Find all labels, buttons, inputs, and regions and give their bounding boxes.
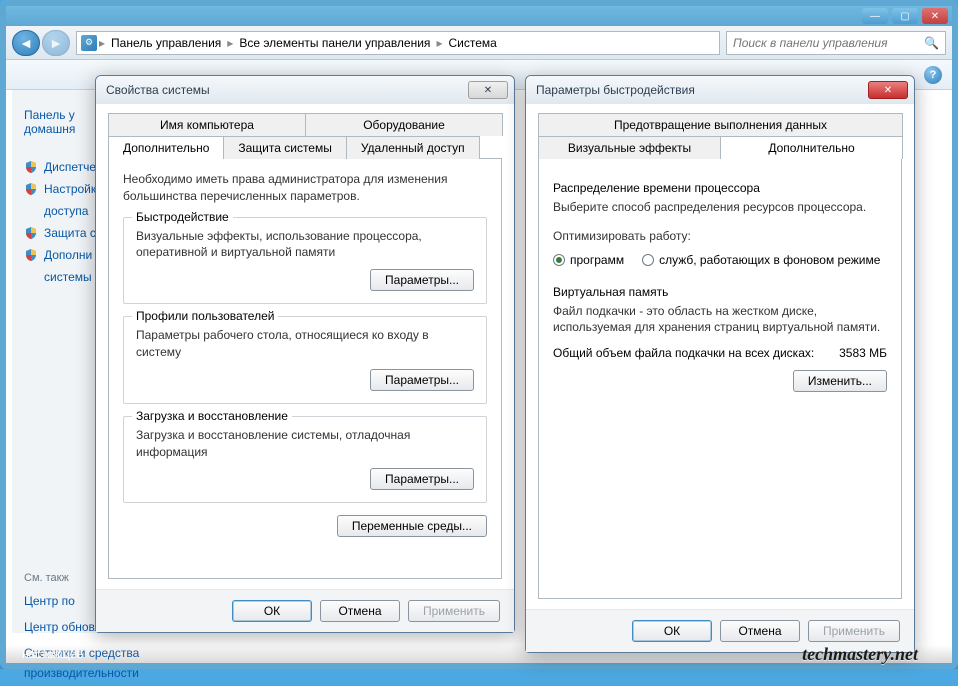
maximize-button[interactable]: ▢ — [892, 8, 918, 24]
shield-icon — [24, 160, 38, 174]
vm-total-value: 3583 МБ — [839, 346, 887, 360]
startup-settings-button[interactable]: Параметры... — [370, 468, 474, 490]
profiles-group: Профили пользователей Параметры рабочего… — [123, 316, 487, 404]
tab-perf-advanced[interactable]: Дополнительно — [720, 136, 903, 159]
startup-group: Загрузка и восстановление Загрузка и вос… — [123, 416, 487, 504]
performance-group: Быстродействие Визуальные эффекты, испол… — [123, 217, 487, 305]
tab-visual-effects[interactable]: Визуальные эффекты — [538, 136, 721, 159]
shield-icon — [24, 226, 38, 240]
sysprops-buttons: ОК Отмена Применить — [96, 589, 514, 632]
performance-settings-button[interactable]: Параметры... — [370, 269, 474, 291]
sysprops-close-button[interactable]: ✕ — [468, 81, 508, 99]
sysprops-ok-button[interactable]: ОК — [232, 600, 312, 622]
breadcrumb-seg-3[interactable]: Система — [444, 36, 500, 50]
scheduling-head: Распределение времени процессора — [553, 181, 887, 195]
minimize-button[interactable]: — — [862, 8, 888, 24]
help-icon[interactable]: ? — [924, 66, 942, 84]
chevron-right-icon: ▸ — [99, 36, 105, 50]
tab-remote[interactable]: Удаленный доступ — [346, 136, 480, 159]
vm-section: Виртуальная память Файл подкачки - это о… — [553, 285, 887, 393]
performance-title: Быстродействие — [132, 210, 233, 224]
breadcrumb-seg-1[interactable]: Панель управления — [107, 36, 225, 50]
sysprops-title: Свойства системы — [106, 83, 210, 97]
radio-icon — [553, 254, 565, 266]
sysprops-cancel-button[interactable]: Отмена — [320, 600, 400, 622]
profiles-text: Параметры рабочего стола, относящиеся ко… — [136, 327, 474, 361]
sysprops-tab-content: Необходимо иметь права администратора дл… — [108, 159, 502, 579]
system-properties-dialog: Свойства системы ✕ Имя компьютера Оборуд… — [95, 75, 515, 633]
vm-text: Файл подкачки - это область на жестком д… — [553, 303, 887, 337]
nav-bar: ◄ ► ⚙ ▸ Панель управления ▸ Все элементы… — [6, 26, 952, 60]
close-button[interactable]: ✕ — [922, 8, 948, 24]
tab-hardware[interactable]: Оборудование — [305, 113, 503, 136]
profiles-settings-button[interactable]: Параметры... — [370, 369, 474, 391]
profiles-title: Профили пользователей — [132, 309, 278, 323]
perfopts-close-button[interactable]: ✕ — [868, 81, 908, 99]
perfopts-apply-button[interactable]: Применить — [808, 620, 900, 642]
nav-back-button[interactable]: ◄ — [12, 30, 40, 56]
sysprops-tabs: Имя компьютера Оборудование Дополнительн… — [108, 112, 502, 159]
optimize-label: Оптимизировать работу: — [553, 228, 887, 245]
control-panel-icon: ⚙ — [81, 35, 97, 51]
scheduling-section: Распределение времени процессора Выберит… — [553, 181, 887, 267]
window-titlebar: — ▢ ✕ — [6, 6, 952, 26]
perfopts-tabs: Предотвращение выполнения данных Визуаль… — [538, 112, 902, 159]
env-vars-button[interactable]: Переменные среды... — [337, 515, 487, 537]
vm-total-label: Общий объем файла подкачки на всех диска… — [553, 346, 814, 360]
perfopts-cancel-button[interactable]: Отмена — [720, 620, 800, 642]
sysprops-titlebar[interactable]: Свойства системы ✕ — [96, 76, 514, 104]
search-icon: 🔍 — [924, 36, 939, 50]
shield-icon — [24, 248, 38, 262]
nav-forward-button[interactable]: ► — [42, 30, 70, 56]
shield-icon — [24, 182, 38, 196]
tab-computer-name[interactable]: Имя компьютера — [108, 113, 306, 136]
performance-text: Визуальные эффекты, использование процес… — [136, 228, 474, 262]
vm-head: Виртуальная память — [553, 285, 887, 299]
breadcrumb-seg-2[interactable]: Все элементы панели управления — [235, 36, 434, 50]
radio-services[interactable]: служб, работающих в фоновом режиме — [642, 253, 880, 267]
radio-programs[interactable]: программ — [553, 253, 624, 267]
tab-protection[interactable]: Защита системы — [223, 136, 346, 159]
perfopts-title: Параметры быстродействия — [536, 83, 695, 97]
breadcrumb[interactable]: ⚙ ▸ Панель управления ▸ Все элементы пан… — [76, 31, 720, 55]
startup-text: Загрузка и восстановление системы, отлад… — [136, 427, 474, 461]
vm-total-row: Общий объем файла подкачки на всех диска… — [553, 346, 887, 360]
tab-dep[interactable]: Предотвращение выполнения данных — [538, 113, 903, 136]
chevron-right-icon: ▸ — [227, 36, 233, 50]
scheduling-text: Выберите способ распределения ресурсов п… — [553, 199, 887, 216]
performance-options-dialog: Параметры быстродействия ✕ Предотвращени… — [525, 75, 915, 653]
optimize-radios: программ служб, работающих в фоновом реж… — [553, 253, 887, 267]
search-box[interactable]: 🔍 — [726, 31, 946, 55]
tab-advanced[interactable]: Дополнительно — [108, 136, 224, 159]
search-input[interactable] — [733, 36, 920, 50]
vm-change-button[interactable]: Изменить... — [793, 370, 887, 392]
perfopts-tab-content: Распределение времени процессора Выберит… — [538, 159, 902, 599]
startup-title: Загрузка и восстановление — [132, 409, 292, 423]
admin-note: Необходимо иметь права администратора дл… — [123, 171, 487, 205]
seealso-item-3b[interactable]: производительности — [12, 666, 222, 686]
perfopts-ok-button[interactable]: ОК — [632, 620, 712, 642]
watermark: techmastery.net — [802, 644, 918, 665]
radio-icon — [642, 254, 654, 266]
sysprops-apply-button[interactable]: Применить — [408, 600, 500, 622]
perfopts-titlebar[interactable]: Параметры быстродействия ✕ — [526, 76, 914, 104]
chevron-right-icon: ▸ — [436, 36, 442, 50]
